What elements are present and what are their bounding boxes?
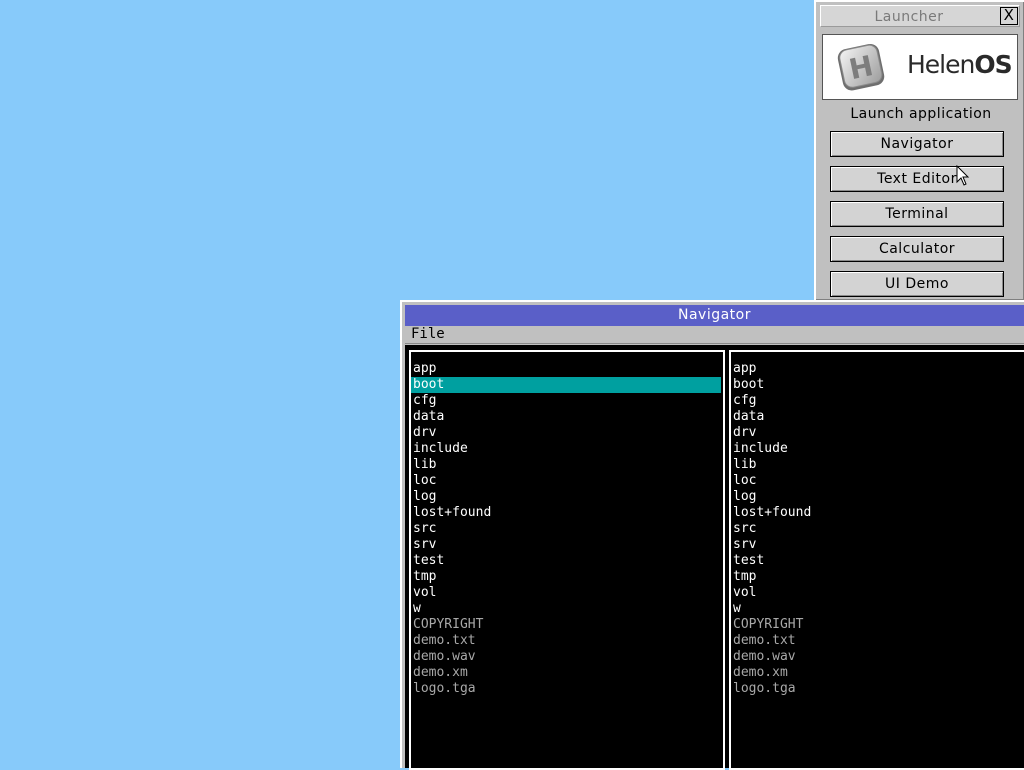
file-entry[interactable]: lib — [731, 457, 1024, 473]
file-entry[interactable]: app — [731, 361, 1024, 377]
file-entry[interactable]: include — [411, 441, 723, 457]
panels-area: app boot cfg data drv include lib loc log lost+fo… — [405, 345, 1024, 770]
file-entry[interactable]: boot — [731, 377, 1024, 393]
launch-calculator-button[interactable]: Calculator — [830, 236, 1004, 262]
file-entry[interactable]: COPYRIGHT — [411, 617, 723, 633]
right-file-panel[interactable]: app boot cfg data drv include lib loc log lost+fo… — [729, 350, 1024, 770]
file-entry[interactable]: logo.tga — [731, 681, 1024, 697]
file-entry[interactable]: demo.wav — [411, 649, 723, 665]
file-entry[interactable]: test — [731, 553, 1024, 569]
file-entry[interactable]: vol — [411, 585, 723, 601]
helenos-logo-icon: H — [837, 43, 885, 91]
file-entry[interactable]: demo.txt — [411, 633, 723, 649]
file-entry[interactable]: app — [411, 361, 723, 377]
file-entry[interactable]: loc — [731, 473, 1024, 489]
logo-text-suffix: OS — [974, 50, 1012, 79]
launcher-window: Launcher X H HelenOS Launch application … — [814, 0, 1024, 300]
file-entry[interactable]: vol — [731, 585, 1024, 601]
file-entry[interactable]: demo.wav — [731, 649, 1024, 665]
launch-ui-demo-button[interactable]: UI Demo — [830, 271, 1004, 297]
file-entry[interactable]: lib — [411, 457, 723, 473]
file-entry[interactable]: src — [411, 521, 723, 537]
file-entry[interactable]: data — [731, 409, 1024, 425]
file-entry[interactable]: log — [731, 489, 1024, 505]
logo-text: HelenOS — [907, 50, 1013, 79]
launcher-titlebar[interactable]: Launcher X — [820, 5, 1020, 27]
navigator-window: Navigator File app boot cfg data drv include l… — [400, 300, 1024, 770]
launch-navigator-button[interactable]: Navigator — [830, 131, 1004, 157]
file-entry[interactable]: log — [411, 489, 723, 505]
launcher-title: Launcher — [874, 9, 944, 25]
helenos-logo: H HelenOS — [822, 34, 1018, 100]
file-entry[interactable]: lost+found — [731, 505, 1024, 521]
left-file-panel[interactable]: app boot cfg data drv include lib loc log lost+fo… — [409, 350, 725, 770]
file-entry[interactable]: cfg — [731, 393, 1024, 409]
logo-text-prefix: Helen — [907, 50, 975, 79]
file-entry[interactable]: include — [731, 441, 1024, 457]
menu-bar: File — [405, 326, 1024, 344]
mouse-pointer-icon — [956, 165, 970, 186]
file-entry[interactable]: w — [731, 601, 1024, 617]
file-entry[interactable]: drv — [411, 425, 723, 441]
file-entry[interactable]: drv — [731, 425, 1024, 441]
launch-terminal-button[interactable]: Terminal — [830, 201, 1004, 227]
file-entry[interactable]: srv — [731, 537, 1024, 553]
file-entry[interactable]: src — [731, 521, 1024, 537]
file-entry[interactable]: boot — [411, 377, 721, 393]
file-entry[interactable]: srv — [411, 537, 723, 553]
file-entry[interactable]: w — [411, 601, 723, 617]
file-entry[interactable]: demo.txt — [731, 633, 1024, 649]
file-entry[interactable]: logo.tga — [411, 681, 723, 697]
file-entry[interactable]: data — [411, 409, 723, 425]
file-entry[interactable]: test — [411, 553, 723, 569]
menu-file[interactable]: File — [411, 326, 445, 343]
file-entry[interactable]: demo.xm — [411, 665, 723, 681]
close-icon[interactable]: X — [1000, 7, 1018, 25]
file-entry[interactable]: COPYRIGHT — [731, 617, 1024, 633]
file-entry[interactable]: tmp — [411, 569, 723, 585]
launch-text-editor-button[interactable]: Text Editor — [830, 166, 1004, 192]
navigator-titlebar[interactable]: Navigator — [405, 305, 1024, 326]
file-entry[interactable]: cfg — [411, 393, 723, 409]
file-entry[interactable]: lost+found — [411, 505, 723, 521]
file-entry[interactable]: tmp — [731, 569, 1024, 585]
file-entry[interactable]: loc — [411, 473, 723, 489]
launch-caption: Launch application — [850, 106, 992, 122]
file-entry[interactable]: demo.xm — [731, 665, 1024, 681]
